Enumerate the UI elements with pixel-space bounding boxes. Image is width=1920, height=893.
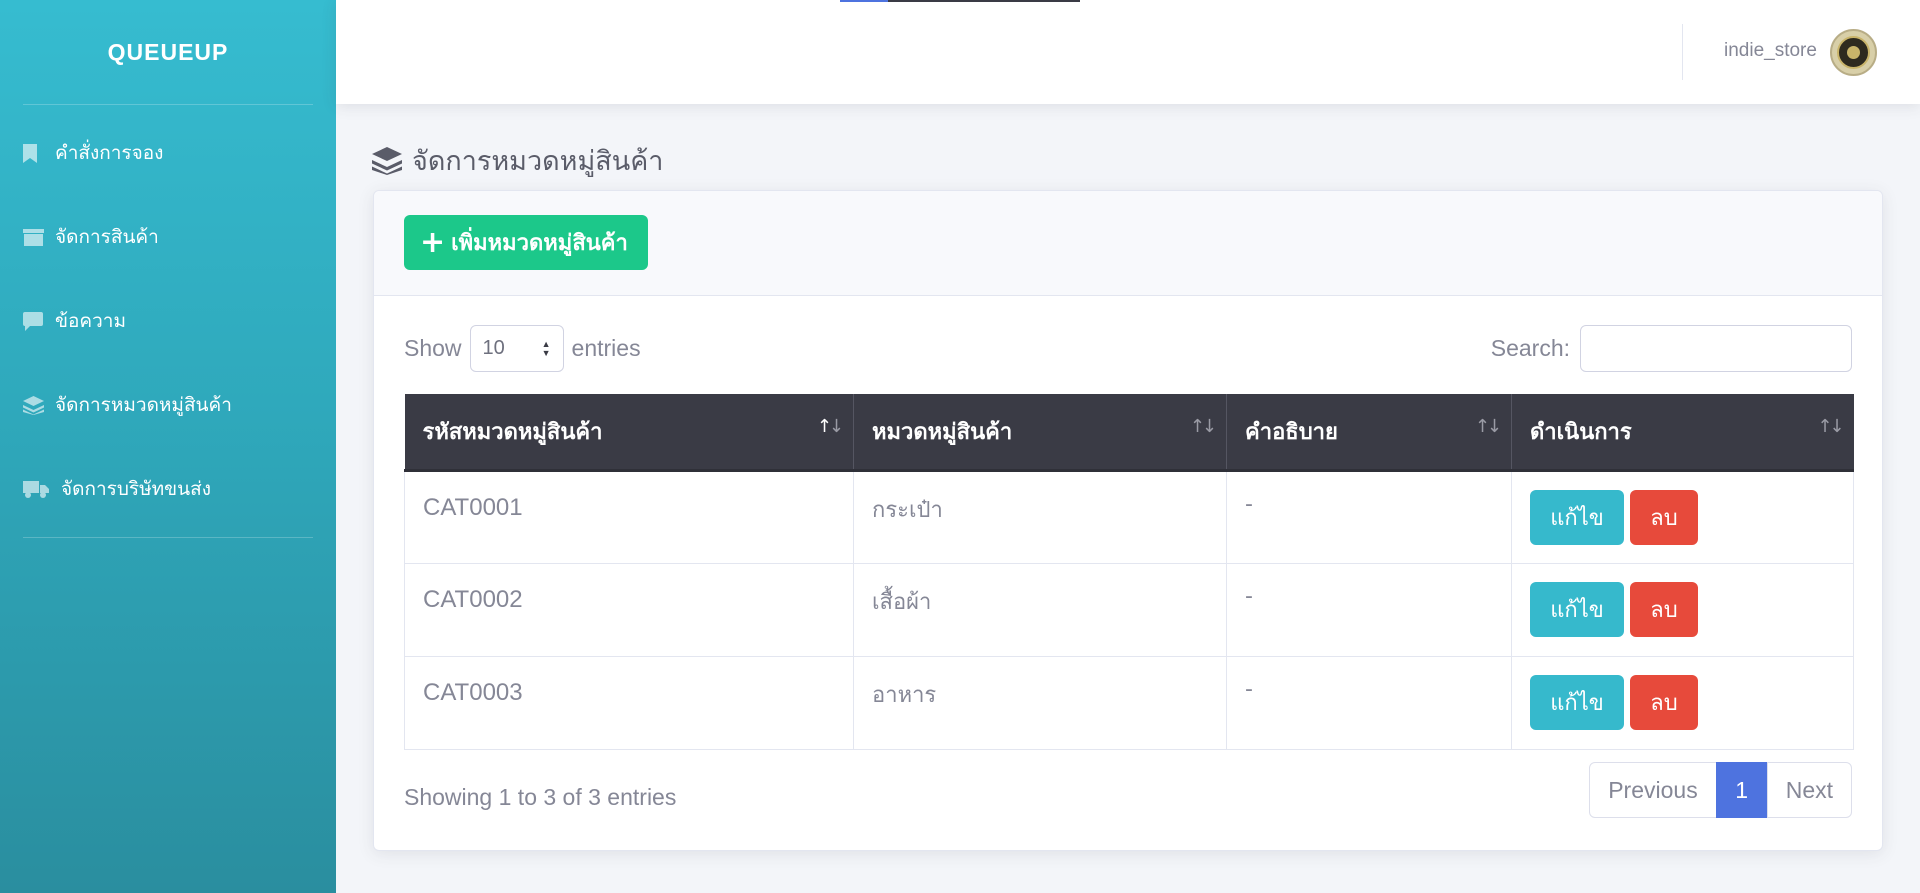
entries-label: entries xyxy=(571,335,641,361)
bookmark-icon xyxy=(23,143,49,163)
sidebar-item-bookings[interactable]: คำสั่งการจอง xyxy=(0,111,336,195)
sidebar-item-messages[interactable]: ข้อความ xyxy=(0,279,336,363)
cell-name: อาหาร xyxy=(853,655,1227,750)
edit-button[interactable]: แก้ไข xyxy=(1530,581,1624,637)
cell-code: CAT0002 xyxy=(404,562,854,657)
column-header-name[interactable]: หมวดหมู่สินค้า ↑↓ xyxy=(853,394,1227,472)
sidebar-item-shipping[interactable]: จัดการบริษัทขนส่ง xyxy=(0,447,336,531)
cell-description: - xyxy=(1226,562,1512,657)
search-input[interactable] xyxy=(1580,325,1852,372)
topbar-divider xyxy=(1682,24,1683,80)
next-page-button[interactable]: Next xyxy=(1766,762,1852,818)
topbar: indie_store xyxy=(336,0,1920,104)
cell-name: กระเป๋า xyxy=(853,469,1227,564)
column-header-actions[interactable]: ดำเนินการ ↑↓ xyxy=(1511,394,1854,472)
box-icon xyxy=(23,228,49,247)
search-label: Search: xyxy=(1490,335,1570,361)
sidebar-item-label: จัดการหมวดหมู่สินค้า xyxy=(55,394,232,416)
table-row: CAT0002 เสื้อผ้า - แก้ไข ลบ xyxy=(404,562,1854,657)
page-title: จัดการหมวดหมู่สินค้า xyxy=(372,139,663,182)
table-row: CAT0003 อาหาร - แก้ไข ลบ xyxy=(404,655,1854,750)
truck-icon xyxy=(23,480,55,499)
page-length-select[interactable]: 10 ▲ ▼ xyxy=(469,325,564,372)
cell-code: CAT0001 xyxy=(404,469,854,564)
categories-table: รหัสหมวดหมู่สินค้า ↑↓ หมวดหมู่สินค้า ↑↓ … xyxy=(404,394,1854,750)
cell-name: เสื้อผ้า xyxy=(853,562,1227,657)
layers-icon xyxy=(372,146,402,175)
card-header: + เพิ่มหมวดหมู่สินค้า xyxy=(374,191,1882,296)
cell-description: - xyxy=(1226,655,1512,750)
edit-button[interactable]: แก้ไข xyxy=(1530,674,1624,730)
sidebar-item-label: คำสั่งการจอง xyxy=(55,142,164,164)
sidebar-item-categories[interactable]: จัดการหมวดหมู่สินค้า xyxy=(0,363,336,447)
plus-icon: + xyxy=(420,224,446,260)
add-category-label: เพิ่มหมวดหมู่สินค้า xyxy=(451,231,628,256)
cell-code: CAT0003 xyxy=(404,655,854,750)
categories-card: + เพิ่มหมวดหมู่สินค้า Show 10 ▲ ▼ entries… xyxy=(373,190,1883,851)
select-arrows-icon: ▲ ▼ xyxy=(541,338,551,358)
sort-icon: ↑↓ xyxy=(816,416,844,437)
page-title-text: จัดการหมวดหมู่สินค้า xyxy=(412,146,664,177)
column-header-code[interactable]: รหัสหมวดหมู่สินค้า ↑↓ xyxy=(404,394,854,472)
delete-button[interactable]: ลบ xyxy=(1630,674,1698,730)
search-control: Search: xyxy=(1491,325,1852,372)
cell-description: - xyxy=(1226,469,1512,564)
sort-icon: ↑↓ xyxy=(1474,416,1502,437)
previous-page-button[interactable]: Previous xyxy=(1589,762,1717,818)
sidebar-item-label: ข้อความ xyxy=(55,310,126,332)
delete-button[interactable]: ลบ xyxy=(1630,489,1698,545)
brand-logo[interactable]: QUEUEUP xyxy=(0,0,336,104)
table-row: CAT0001 กระเป๋า - แก้ไข ลบ xyxy=(404,469,1854,564)
page-length-value: 10 xyxy=(482,337,505,359)
sidebar-item-products[interactable]: จัดการสินค้า xyxy=(0,195,336,279)
cell-actions: แก้ไข ลบ xyxy=(1511,469,1854,564)
avatar[interactable] xyxy=(1830,29,1877,76)
sidebar-item-label: จัดการสินค้า xyxy=(55,226,159,248)
sidebar-nav: คำสั่งการจอง จัดการสินค้า ข้อความ จัดการ… xyxy=(0,105,336,537)
sort-icon: ↑↓ xyxy=(1189,416,1217,437)
sidebar: QUEUEUP คำสั่งการจอง จัดการสินค้า ข้อควา… xyxy=(0,0,336,893)
show-label: Show xyxy=(404,335,462,361)
comment-icon xyxy=(23,311,49,331)
delete-button[interactable]: ลบ xyxy=(1630,581,1698,637)
table-header-row: รหัสหมวดหมู่สินค้า ↑↓ หมวดหมู่สินค้า ↑↓ … xyxy=(404,394,1854,472)
page-length-control: Show 10 ▲ ▼ entries xyxy=(404,325,641,372)
layers-icon xyxy=(23,395,49,415)
user-name[interactable]: indie_store xyxy=(1724,40,1817,62)
page-1-button[interactable]: 1 xyxy=(1715,762,1768,818)
column-header-description[interactable]: คำอธิบาย ↑↓ xyxy=(1226,394,1512,472)
pagination: Previous 1 Next xyxy=(1589,762,1852,818)
sort-icon: ↑↓ xyxy=(1817,416,1844,437)
sidebar-item-label: จัดการบริษัทขนส่ง xyxy=(61,478,212,500)
sidebar-divider xyxy=(23,537,313,538)
table-info: Showing 1 to 3 of 3 entries xyxy=(404,784,677,810)
cell-actions: แก้ไข ลบ xyxy=(1511,655,1854,750)
cell-actions: แก้ไข ลบ xyxy=(1511,562,1854,657)
edit-button[interactable]: แก้ไข xyxy=(1530,489,1624,545)
topbar-progress-line xyxy=(840,0,1080,2)
add-category-button[interactable]: + เพิ่มหมวดหมู่สินค้า xyxy=(404,215,648,270)
